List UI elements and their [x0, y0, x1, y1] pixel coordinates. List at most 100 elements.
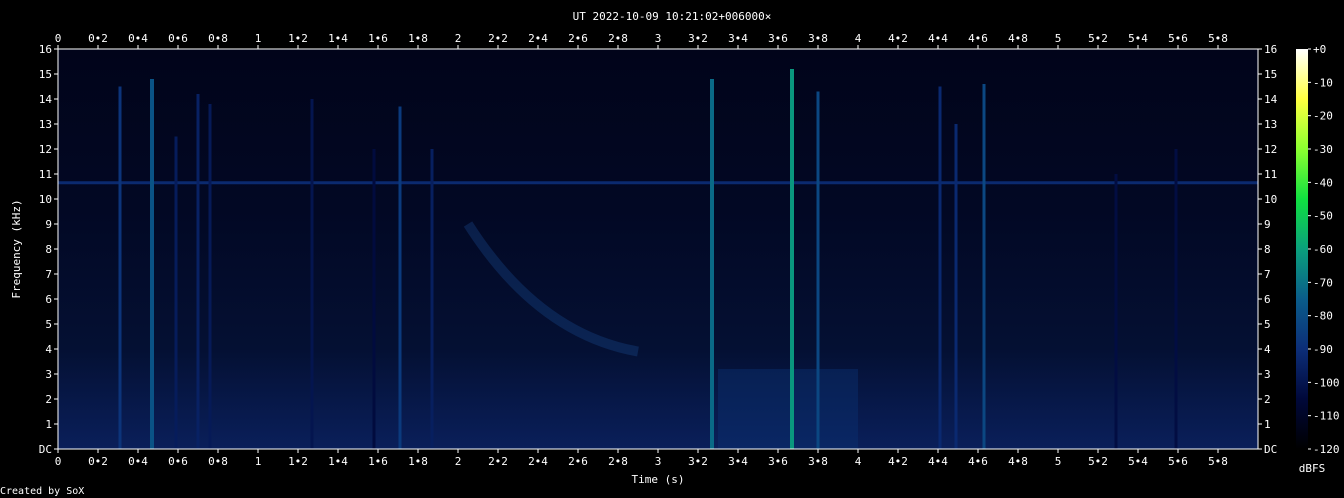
- x-tick-label-bottom-7: 1•4: [328, 455, 348, 468]
- x-tick-label-top-28: 5•6: [1168, 32, 1188, 45]
- x-tick-label-top-16: 3•2: [688, 32, 708, 45]
- x-tick-label-top-19: 3•8: [808, 32, 828, 45]
- burst-1: [150, 79, 154, 449]
- colorbar-tick-label-0: +0: [1313, 43, 1326, 56]
- colorbar-tick-label-7: -70: [1313, 276, 1333, 289]
- x-tick-label-top-3: 0•6: [168, 32, 188, 45]
- spectrogram-background: [58, 49, 1258, 449]
- x-tick-label-bottom-22: 4•4: [928, 455, 948, 468]
- x-tick-label-bottom-1: 0•2: [88, 455, 108, 468]
- x-tick-label-bottom-27: 5•4: [1128, 455, 1148, 468]
- x-axis-label: Time (s): [632, 473, 685, 486]
- x-tick-label-bottom-23: 4•6: [968, 455, 988, 468]
- colorbar-tick-label-10: -100: [1313, 376, 1340, 389]
- y-tick-label-right-7: 7: [1264, 268, 1271, 281]
- x-tick-label-top-21: 4•2: [888, 32, 908, 45]
- x-tick-label-bottom-20: 4: [855, 455, 862, 468]
- x-tick-label-bottom-15: 3: [655, 455, 662, 468]
- x-tick-label-top-14: 2•8: [608, 32, 628, 45]
- y-tick-label-left-2: 2: [45, 393, 52, 406]
- burst-5: [310, 99, 314, 449]
- x-tick-label-top-10: 2: [455, 32, 462, 45]
- y-tick-label-right-6: 6: [1264, 293, 1271, 306]
- x-tick-label-top-7: 1•4: [328, 32, 348, 45]
- x-tick-label-bottom-17: 3•4: [728, 455, 748, 468]
- y-tick-label-left-15: 15: [39, 68, 52, 81]
- x-tick-label-top-1: 0•2: [88, 32, 108, 45]
- y-tick-label-right-3: 3: [1264, 368, 1271, 381]
- x-tick-label-bottom-11: 2•2: [488, 455, 508, 468]
- x-tick-label-bottom-21: 4•2: [888, 455, 908, 468]
- burst-10: [790, 69, 794, 449]
- burst-7: [398, 106, 402, 449]
- colorbar-tick-label-3: -30: [1313, 143, 1333, 156]
- low-band-block: [718, 369, 858, 449]
- y-tick-label-left-11: 11: [39, 168, 52, 181]
- y-tick-label-left-0: DC: [39, 443, 52, 456]
- y-tick-label-right-4: 4: [1264, 343, 1271, 356]
- x-tick-label-top-20: 4: [855, 32, 862, 45]
- x-tick-label-bottom-9: 1•8: [408, 455, 428, 468]
- x-tick-label-top-13: 2•6: [568, 32, 588, 45]
- burst-4: [208, 104, 212, 449]
- y-tick-label-left-1: 1: [45, 418, 52, 431]
- colorbar-tick-label-2: -20: [1313, 110, 1333, 123]
- plot-area: [58, 49, 1258, 449]
- y-tick-label-left-9: 9: [45, 218, 52, 231]
- y-tick-label-right-0: DC: [1264, 443, 1277, 456]
- y-tick-label-left-13: 13: [39, 118, 52, 131]
- y-tick-label-right-12: 12: [1264, 143, 1277, 156]
- x-tick-label-top-18: 3•6: [768, 32, 788, 45]
- burst-14: [982, 84, 986, 449]
- x-tick-label-top-6: 1•2: [288, 32, 308, 45]
- x-tick-label-top-12: 2•4: [528, 32, 548, 45]
- x-tick-label-bottom-2: 0•4: [128, 455, 148, 468]
- y-tick-label-right-10: 10: [1264, 193, 1277, 206]
- y-tick-label-right-5: 5: [1264, 318, 1271, 331]
- x-tick-label-top-11: 2•2: [488, 32, 508, 45]
- y-tick-label-left-16: 16: [39, 43, 52, 56]
- x-tick-label-top-4: 0•8: [208, 32, 228, 45]
- y-tick-label-right-16: 16: [1264, 43, 1277, 56]
- burst-8: [430, 149, 434, 449]
- x-tick-label-top-26: 5•2: [1088, 32, 1108, 45]
- y-tick-label-left-14: 14: [39, 93, 53, 106]
- colorbar-tick-label-6: -60: [1313, 243, 1333, 256]
- x-tick-label-top-22: 4•4: [928, 32, 948, 45]
- y-tick-label-left-7: 7: [45, 268, 52, 281]
- y-tick-label-right-14: 14: [1264, 93, 1278, 106]
- y-axis-label: Frequency (kHz): [10, 199, 23, 298]
- colorbar-tick-label-11: -110: [1313, 410, 1340, 423]
- y-tick-label-right-2: 2: [1264, 393, 1271, 406]
- x-tick-label-bottom-13: 2•6: [568, 455, 588, 468]
- y-tick-label-left-3: 3: [45, 368, 52, 381]
- x-tick-label-bottom-6: 1•2: [288, 455, 308, 468]
- x-tick-label-bottom-28: 5•6: [1168, 455, 1188, 468]
- burst-13: [954, 124, 958, 449]
- y-tick-label-right-15: 15: [1264, 68, 1277, 81]
- y-tick-label-right-8: 8: [1264, 243, 1271, 256]
- x-tick-label-bottom-10: 2: [455, 455, 462, 468]
- x-tick-label-top-27: 5•4: [1128, 32, 1148, 45]
- colorbar-tick-label-12: -120: [1313, 443, 1340, 456]
- x-tick-label-bottom-25: 5: [1055, 455, 1062, 468]
- y-tick-label-left-5: 5: [45, 318, 52, 331]
- burst-11: [816, 91, 820, 449]
- burst-12: [938, 86, 942, 449]
- x-tick-label-top-9: 1•8: [408, 32, 428, 45]
- x-tick-label-bottom-24: 4•8: [1008, 455, 1028, 468]
- x-tick-label-bottom-18: 3•6: [768, 455, 788, 468]
- burst-3: [196, 94, 200, 449]
- colorbar-tick-label-4: -40: [1313, 176, 1333, 189]
- x-tick-label-top-29: 5•8: [1208, 32, 1228, 45]
- x-tick-label-bottom-3: 0•6: [168, 455, 188, 468]
- y-tick-label-left-12: 12: [39, 143, 52, 156]
- x-tick-label-bottom-19: 3•8: [808, 455, 828, 468]
- y-tick-label-left-4: 4: [45, 343, 52, 356]
- x-tick-label-top-5: 1: [255, 32, 262, 45]
- x-tick-label-bottom-16: 3•2: [688, 455, 708, 468]
- chart-title: UT 2022-10-09 10:21:02+006000×: [573, 10, 772, 23]
- burst-15: [1114, 174, 1118, 449]
- x-tick-label-bottom-5: 1: [255, 455, 262, 468]
- colorbar-gradient: [1296, 49, 1308, 449]
